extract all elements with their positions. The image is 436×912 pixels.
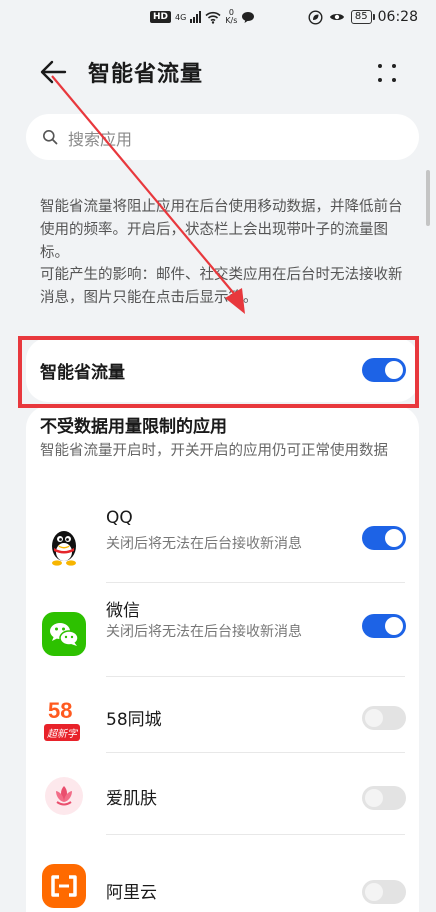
annotation-arrow xyxy=(51,75,245,314)
